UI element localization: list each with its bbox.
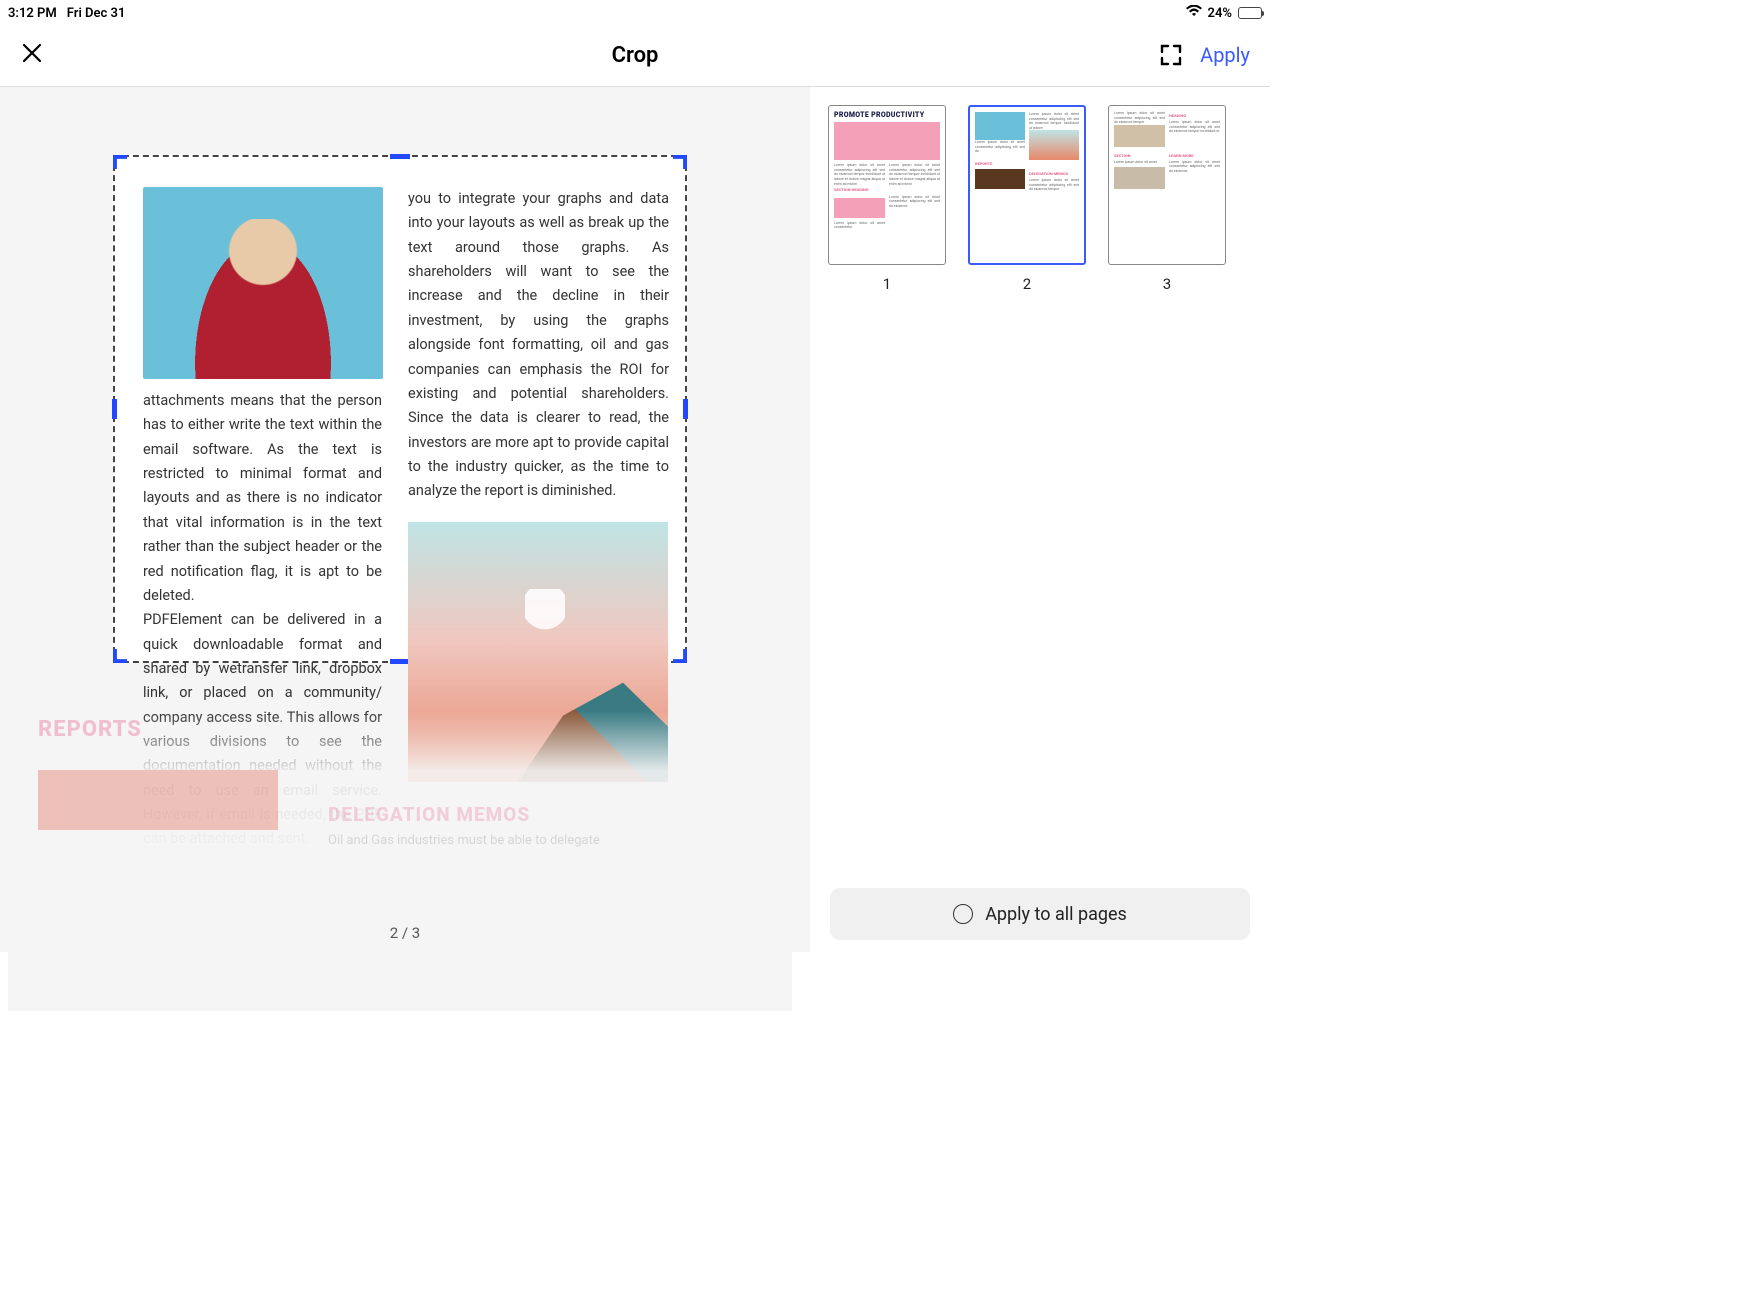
crop-handle-right[interactable] bbox=[683, 399, 688, 419]
status-date: Fri Dec 31 bbox=[67, 6, 126, 21]
crop-handle-bottom[interactable] bbox=[390, 659, 410, 664]
ghost-text: Oil and Gas industries must be able to d… bbox=[328, 833, 600, 848]
crop-region[interactable]: attachments means that the person has to… bbox=[113, 155, 687, 663]
status-time: 3:12 PM bbox=[8, 6, 57, 21]
doc-text-left-1: attachments means that the person has to… bbox=[143, 389, 382, 608]
thumb-number: 2 bbox=[1023, 275, 1031, 293]
close-button[interactable] bbox=[20, 41, 44, 70]
reports-heading: REPORTS bbox=[38, 717, 762, 742]
delegation-heading: DELEGATION MEMOS bbox=[328, 803, 530, 826]
apply-button[interactable]: Apply bbox=[1200, 43, 1250, 67]
doc-image-person bbox=[143, 187, 383, 379]
page-title: Crop bbox=[612, 43, 659, 68]
doc-image-sunset bbox=[38, 770, 278, 830]
crop-handle-left[interactable] bbox=[112, 399, 117, 419]
thumbnail-3[interactable]: Lorem ipsum dolor sit amet consectetur a… bbox=[1108, 105, 1226, 293]
crop-handle-top[interactable] bbox=[390, 154, 410, 159]
apply-to-all-pages-button[interactable]: Apply to all pages bbox=[830, 888, 1250, 940]
page-below-crop: REPORTS DELEGATION MEMOS Oil and Gas ind… bbox=[8, 711, 792, 1011]
battery-pct: 24% bbox=[1208, 6, 1232, 21]
thumb-title: PROMOTE PRODUCTIVITY bbox=[834, 111, 940, 119]
thumbnail-1[interactable]: PROMOTE PRODUCTIVITY Lorem ipsum dolor s… bbox=[828, 105, 946, 293]
apply-all-label: Apply to all pages bbox=[985, 904, 1127, 925]
crop-preview-area[interactable]: attachments means that the person has to… bbox=[0, 87, 810, 952]
radio-unchecked-icon bbox=[953, 904, 973, 924]
thumb-number: 1 bbox=[883, 275, 891, 293]
thumb-number: 3 bbox=[1163, 275, 1171, 293]
status-bar: 3:12 PM Fri Dec 31 24% bbox=[0, 0, 1270, 24]
nav-bar: Crop Apply bbox=[0, 24, 1270, 87]
thumbnail-sidebar: PROMOTE PRODUCTIVITY Lorem ipsum dolor s… bbox=[810, 87, 1270, 952]
thumbnail-2[interactable]: Lorem ipsum dolor sit amet consectetur a… bbox=[968, 105, 1086, 293]
page-indicator: 2 / 3 bbox=[390, 924, 421, 942]
wifi-icon bbox=[1186, 5, 1202, 21]
battery-icon bbox=[1238, 7, 1262, 19]
doc-text-right-1: you to integrate your graphs and data in… bbox=[408, 187, 669, 504]
expand-icon[interactable] bbox=[1160, 44, 1182, 66]
